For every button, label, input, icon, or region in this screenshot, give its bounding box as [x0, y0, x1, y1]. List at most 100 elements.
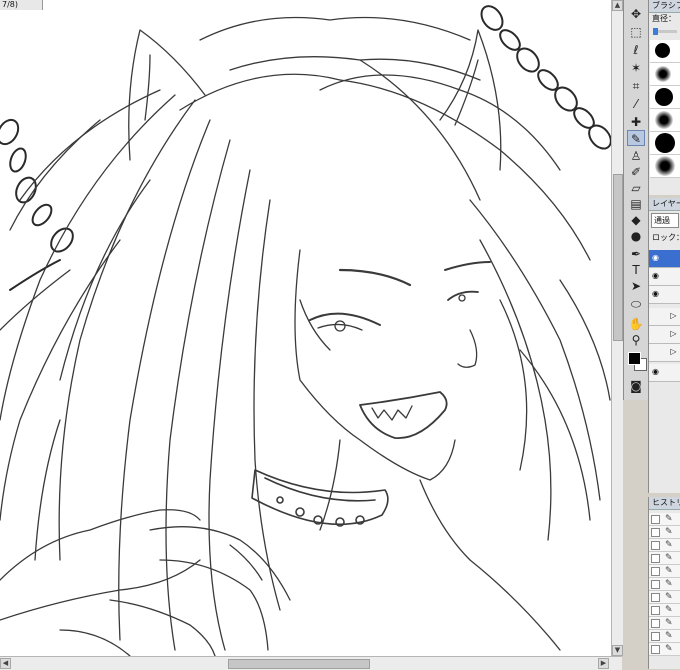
history-brush-source-checkbox[interactable] [651, 593, 660, 602]
hand [0, 509, 291, 656]
type-tool-icon[interactable]: T [627, 262, 645, 278]
soft-round-brush-icon [655, 156, 675, 176]
brush-icon: ✎ [665, 644, 673, 654]
horizontal-scroll-thumb[interactable] [228, 659, 370, 669]
history-state-row[interactable]: ✎ [649, 513, 680, 526]
history-brush-source-checkbox[interactable] [651, 632, 660, 641]
scroll-left-arrow-icon[interactable]: ◀ [0, 658, 11, 669]
eye-icon[interactable]: ◉ [651, 289, 660, 298]
diameter-slider-handle[interactable] [653, 28, 658, 35]
brush-panel-title[interactable]: ブラシプリセ [649, 0, 680, 13]
history-brush-source-checkbox[interactable] [651, 515, 660, 524]
zoom-tool-icon[interactable]: ⚲ [627, 332, 645, 348]
drawing-canvas[interactable]: 7/8) [0, 0, 611, 656]
layers-panel-title[interactable]: レイヤー [649, 198, 680, 211]
eyedropper-tool-icon[interactable]: ⁄ [627, 96, 645, 112]
brush-icon: ✎ [665, 553, 673, 563]
expand-triangle-icon[interactable]: ▷ [669, 347, 678, 356]
layer-group-row[interactable]: ▷ [649, 308, 680, 326]
layer-row[interactable]: ◉ [649, 364, 680, 382]
history-panel-title[interactable]: ヒストリー [649, 497, 680, 510]
layer-row[interactable]: ◉ [649, 286, 680, 304]
gradient-tool-icon[interactable]: ▤ [627, 196, 645, 212]
clone-stamp-tool-icon[interactable]: ♙ [627, 148, 645, 164]
eraser-tool-icon[interactable]: ▱ [627, 180, 645, 196]
brush-icon: ✎ [665, 618, 673, 628]
layer-group-row[interactable]: ▷ [649, 326, 680, 344]
marquee-tool-icon[interactable]: ⬚ [627, 24, 645, 40]
brush-tool-icon[interactable]: ✎ [627, 130, 645, 146]
pen-tool-icon[interactable]: ✒ [627, 246, 645, 262]
blend-mode-select[interactable]: 通過 [651, 213, 679, 228]
brush-preset-panel: ブラシプリセ 直径： [648, 0, 680, 195]
soft-round-brush-icon [655, 111, 673, 129]
hand-tool-icon[interactable]: ✋ [627, 316, 645, 332]
scroll-right-arrow-icon[interactable]: ▶ [598, 658, 609, 669]
history-brush-source-checkbox[interactable] [651, 580, 660, 589]
document-tab[interactable]: 7/8) [0, 0, 43, 10]
brush-preset-item[interactable] [650, 155, 680, 178]
layer-row[interactable]: ◉ [649, 250, 680, 268]
blur-tool-icon[interactable]: ◆ [627, 212, 645, 228]
brush-preset-item[interactable] [650, 40, 680, 63]
history-state-row[interactable]: ✎ [649, 643, 680, 656]
chain-left [0, 118, 74, 291]
vertical-scroll-thumb[interactable] [613, 174, 623, 341]
lock-label: ロック： [652, 233, 680, 242]
history-brush-source-checkbox[interactable] [651, 619, 660, 628]
history-state-row[interactable]: ✎ [649, 565, 680, 578]
history-brush-tool-icon[interactable]: ✐ [627, 164, 645, 180]
magic-wand-tool-icon[interactable]: ✶ [627, 60, 645, 76]
healing-brush-tool-icon[interactable]: ✚ [627, 114, 645, 130]
brush-icon: ✎ [665, 631, 673, 641]
hard-round-brush-icon [655, 88, 673, 106]
history-brush-source-checkbox[interactable] [651, 541, 660, 550]
layer-row[interactable]: ◉ [649, 268, 680, 286]
brush-icon: ✎ [665, 540, 673, 550]
history-state-row[interactable]: ✎ [649, 526, 680, 539]
history-brush-source-checkbox[interactable] [651, 567, 660, 576]
history-brush-source-checkbox[interactable] [651, 528, 660, 537]
brush-preset-item[interactable] [650, 63, 680, 86]
hard-round-brush-icon [655, 133, 675, 153]
shape-tool-icon[interactable]: ⬭ [627, 296, 645, 312]
history-brush-source-checkbox[interactable] [651, 606, 660, 615]
brush-preset-item[interactable] [650, 132, 680, 155]
move-tool-icon[interactable]: ✥ [627, 6, 645, 22]
eye-icon[interactable]: ◉ [651, 271, 660, 280]
dodge-tool-icon[interactable]: ● [627, 228, 645, 244]
scroll-up-arrow-icon[interactable]: ▲ [612, 0, 623, 11]
chain-right [480, 5, 611, 150]
lasso-tool-icon[interactable]: ℓ [627, 42, 645, 58]
foreground-color-swatch[interactable] [628, 352, 641, 365]
soft-round-brush-icon [655, 66, 671, 82]
brush-preset-item[interactable] [650, 86, 680, 109]
history-state-row[interactable]: ✎ [649, 539, 680, 552]
toolbox: ✥ ⬚ ℓ ✶ ⌗ ⁄ ✚ ✎ ♙ ✐ ▱ ▤ ◆ ● ✒ T ➤ ⬭ ✋ ⚲ ◙ [623, 0, 649, 400]
eye-icon[interactable]: ◉ [651, 253, 660, 262]
brush-icon: ✎ [665, 579, 673, 589]
eye-icon[interactable]: ◉ [651, 367, 660, 376]
scroll-down-arrow-icon[interactable]: ▼ [612, 645, 623, 656]
expand-triangle-icon[interactable]: ▷ [669, 311, 678, 320]
history-state-row[interactable]: ✎ [649, 617, 680, 630]
diameter-slider[interactable] [653, 28, 677, 35]
vertical-scrollbar[interactable]: ▲ ▼ [611, 0, 623, 656]
crop-tool-icon[interactable]: ⌗ [627, 78, 645, 94]
brush-icon: ✎ [665, 527, 673, 537]
history-state-row[interactable]: ✎ [649, 604, 680, 617]
expand-triangle-icon[interactable]: ▷ [669, 329, 678, 338]
history-state-row[interactable]: ✎ [649, 630, 680, 643]
history-brush-source-checkbox[interactable] [651, 554, 660, 563]
history-state-row[interactable]: ✎ [649, 578, 680, 591]
history-state-row[interactable]: ✎ [649, 591, 680, 604]
layer-group-row[interactable]: ▷ [649, 344, 680, 362]
history-brush-source-checkbox[interactable] [651, 645, 660, 654]
brush-preset-item[interactable] [650, 109, 680, 132]
layers-panel: レイヤー 通過 ロック： ◉ ◉ ◉ ▷ ▷ ▷ ◉ [648, 198, 680, 493]
horizontal-scrollbar[interactable]: ◀ ▶ [0, 656, 622, 670]
path-selection-tool-icon[interactable]: ➤ [627, 278, 645, 294]
history-state-row[interactable]: ✎ [649, 552, 680, 565]
line-art-illustration [0, 5, 611, 656]
quick-mask-icon[interactable]: ◙ [627, 378, 645, 394]
